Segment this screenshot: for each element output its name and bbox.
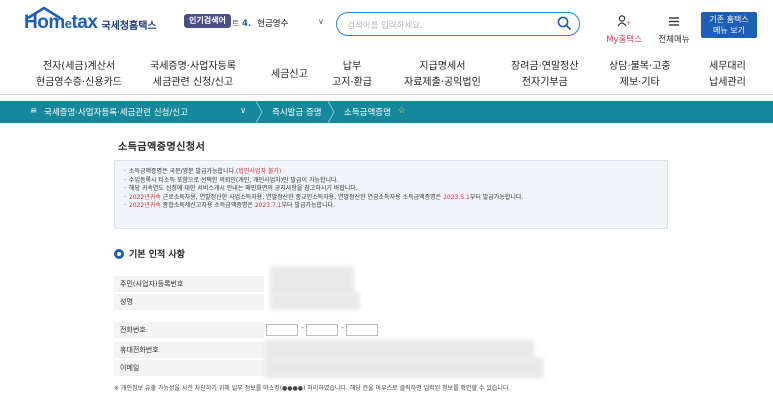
- phone-field: - -: [264, 322, 668, 338]
- phone-row: 전화번호 - -: [114, 322, 668, 338]
- notice-line: 수입등록시 타소득 포함으로 선택한 의뢰인(개인, 개인사업자)만 발급이 가…: [124, 177, 658, 186]
- search-box: [336, 12, 580, 36]
- chevron-down-icon[interactable]: ∨: [240, 106, 246, 116]
- section-title: 기본 인적 사항: [114, 247, 185, 260]
- nav-item-payment[interactable]: 납부 고지·환급: [332, 59, 372, 91]
- nav-item-tax-agent[interactable]: 세무대리 납세관리: [709, 59, 746, 91]
- popular-search-trail: 트: [232, 19, 240, 28]
- notice-line: 소득금액증명은 국문/영문 발급가능합니다.(법인사업자 불가): [124, 168, 658, 177]
- main-nav: 전자(세금)계산서 현금영수증·신용카드 국세증명·사업자등록 세금관련 신청/신고…: [0, 55, 773, 95]
- my-hometax-label: My홈택스: [606, 35, 642, 45]
- favorite-star-icon[interactable]: ☆: [398, 106, 406, 116]
- user-icon: +: [617, 15, 631, 27]
- mobile-field[interactable]: [264, 340, 668, 360]
- legacy-menu-line1: 기존 홈택스: [709, 15, 749, 24]
- house-roof-icon: [27, 6, 61, 20]
- all-menu-label: 전체메뉴: [658, 35, 690, 45]
- breadcrumb-separator-icon: [327, 101, 335, 123]
- all-menu-button[interactable]: 전체메뉴: [656, 12, 692, 45]
- search-input[interactable]: [347, 16, 547, 36]
- header: Hometax 국세청홈택스 인기검색어 트 4.현금영수 ∨ + My홈택스 …: [0, 0, 773, 48]
- popular-search-badge: 인기검색어: [184, 14, 231, 28]
- mobile-row: 휴대전화번호: [114, 340, 668, 360]
- nav-item-consultation[interactable]: 상담·불복·고충 제보·기타: [609, 59, 671, 91]
- notice-line: 2022년귀속 종합소득세신고자용 소득금액증명은 2023.7.1부터 발급가…: [124, 202, 658, 211]
- legacy-menu-line2: 메뉴 보기: [713, 26, 745, 35]
- breadcrumb-separator-icon: [255, 101, 263, 123]
- hometax-logo[interactable]: Hometax 국세청홈택스: [24, 6, 157, 34]
- phone-dash: -: [301, 323, 304, 332]
- popular-search-term[interactable]: 4. 현금영수: [242, 17, 288, 29]
- nav-item-tax-return[interactable]: 세금신고: [271, 67, 308, 83]
- phone-suffix-input[interactable]: [346, 324, 378, 336]
- name-row: 성명: [114, 292, 668, 310]
- notice-line: 해당 귀속연도 신청에 대한 서비스개시 안내는 메인화면의 공지사항을 참고하…: [124, 185, 658, 194]
- masked-value: [264, 358, 544, 378]
- nav-item-tax-certificate[interactable]: 국세증명·사업자등록 세금관련 신청/신고: [150, 59, 236, 91]
- masked-value: [264, 340, 534, 360]
- hamburger-icon: [669, 17, 679, 26]
- svg-text:+: +: [626, 20, 631, 27]
- section-title-label: 기본 인적 사항: [129, 250, 185, 260]
- masking-footnote: ※ 개인정보 유출 가능성을 사전 차단하기 위해 일부 정보를 마스킹(●●●…: [114, 385, 511, 392]
- notice-box: 소득금액증명은 국문/영문 발급가능합니다.(법인사업자 불가) 수입등록시 타…: [114, 160, 668, 229]
- legacy-menu-button[interactable]: 기존 홈택스 메뉴 보기: [701, 12, 757, 38]
- nav-item-incentive[interactable]: 장려금·연말정산 전자기부금: [511, 59, 579, 91]
- name-label: 성명: [114, 294, 264, 310]
- nav-item-einvoice[interactable]: 전자(세금)계산서 현금영수증·신용카드: [36, 59, 122, 91]
- phone-label: 전화번호: [114, 322, 264, 338]
- nav-item-payment-statement[interactable]: 지급명세서 자료제출·공익법인: [404, 59, 481, 91]
- rrn-field[interactable]: [264, 266, 668, 296]
- masked-value: [270, 292, 360, 310]
- name-field[interactable]: [264, 292, 668, 310]
- notice-line: 2022년귀속 근로소득자용, 연말정산한 사업소득자용, 연말정산한 종교인소…: [124, 194, 658, 203]
- rrn-label: 주민(사업자)등록번호: [114, 276, 264, 292]
- mobile-label: 휴대전화번호: [114, 342, 264, 358]
- page-title: 소득금액증명신청서: [118, 142, 206, 153]
- breadcrumb-menu-icon[interactable]: ≡: [30, 106, 37, 116]
- rrn-row: 주민(사업자)등록번호: [114, 266, 668, 296]
- email-row: 이메일: [114, 358, 668, 378]
- logo-korean-name: 국세청홈택스: [101, 21, 157, 32]
- phone-prefix-input[interactable]: [306, 324, 338, 336]
- phone-area-input[interactable]: [266, 324, 298, 336]
- search-icon[interactable]: [557, 16, 571, 30]
- breadcrumb: ≡ 국세증명·사업자등록·세금관련 신청/신고 ∨ 즉시발급 증명 소득금액증명…: [0, 101, 773, 123]
- breadcrumb-level2[interactable]: 즉시발급 증명: [272, 106, 322, 118]
- email-label: 이메일: [114, 360, 264, 376]
- breadcrumb-level3[interactable]: 소득금액증명: [344, 106, 391, 118]
- chevron-down-icon[interactable]: ∨: [318, 17, 324, 26]
- phone-dash: -: [341, 323, 344, 332]
- section-bullet-icon: [114, 248, 124, 259]
- my-hometax-button[interactable]: + My홈택스: [606, 12, 642, 45]
- breadcrumb-level1[interactable]: 국세증명·사업자등록·세금관련 신청/신고: [44, 106, 188, 118]
- email-field[interactable]: [264, 358, 668, 378]
